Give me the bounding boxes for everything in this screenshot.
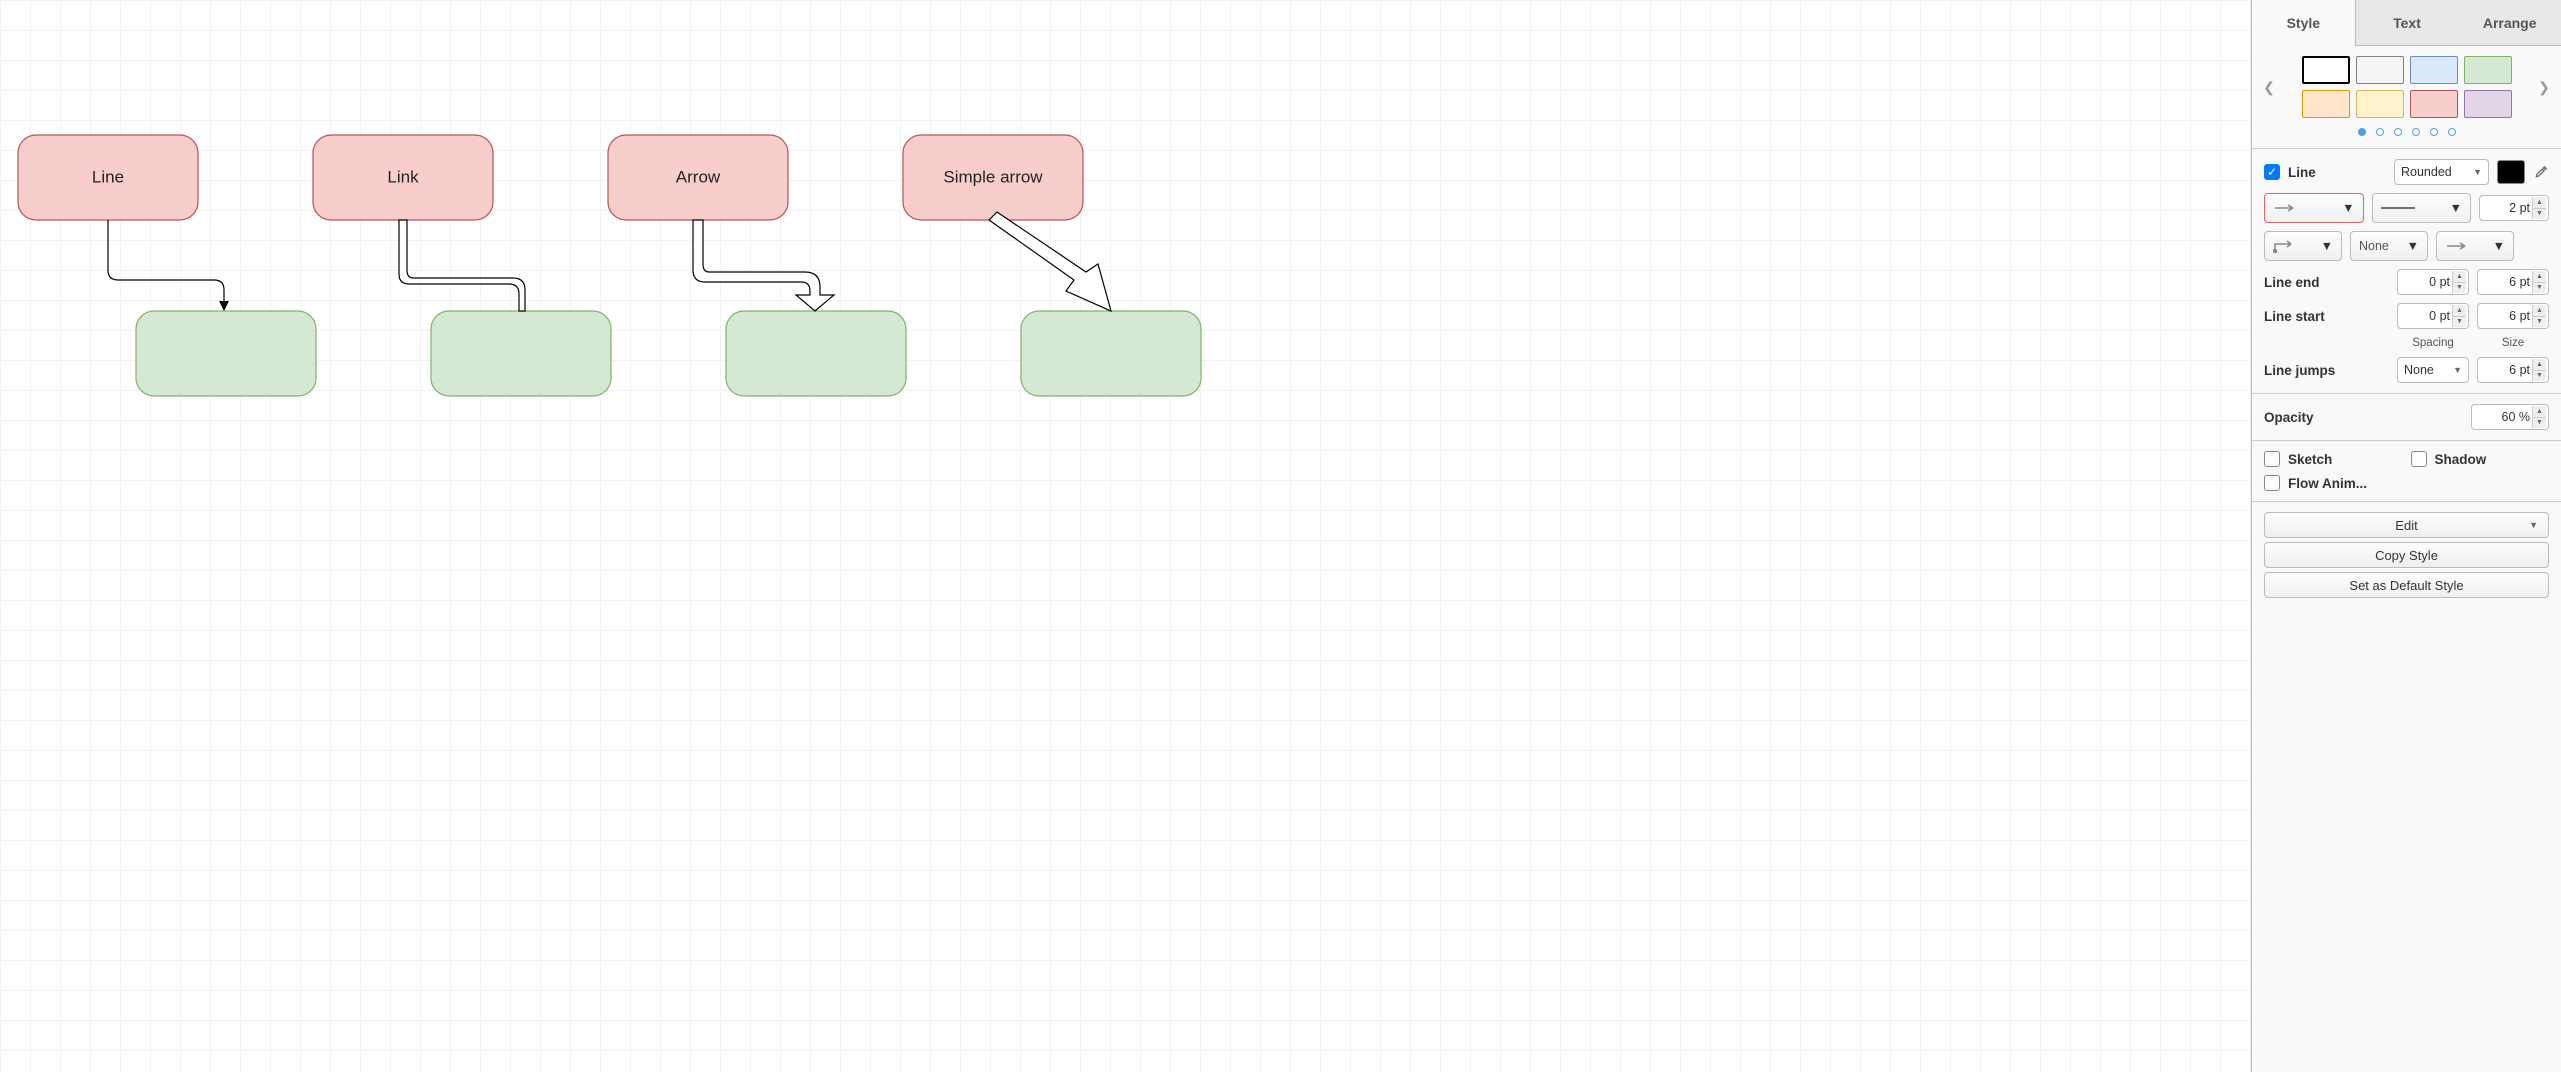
node-simple-arrow[interactable]: Simple arrow (903, 135, 1083, 220)
palette-dot-6[interactable] (2448, 128, 2456, 136)
node-line-label: Line (92, 167, 124, 186)
line-jumps-size[interactable]: 6 pt▲▼ (2477, 357, 2549, 383)
palette-pager (2252, 118, 2561, 148)
palette-swatch-0[interactable] (2302, 56, 2350, 84)
palette-swatch-1[interactable] (2356, 56, 2404, 84)
tab-arrange[interactable]: Arrange (2458, 0, 2561, 46)
palette-swatch-4[interactable] (2302, 90, 2350, 118)
line-checkbox[interactable] (2264, 164, 2280, 180)
edge-link[interactable] (399, 220, 525, 311)
shadow-checkbox[interactable] (2411, 451, 2427, 467)
shadow-label: Shadow (2435, 452, 2487, 467)
edge-simple-arrow[interactable] (989, 212, 1111, 311)
node-simple-arrow-label: Simple arrow (943, 167, 1043, 186)
line-jumps-label: Line jumps (2264, 363, 2389, 378)
diagram-canvas[interactable]: Line Link Arrow Simple arrow (0, 0, 2251, 1072)
palette-swatch-5[interactable] (2356, 90, 2404, 118)
line-end-select[interactable]: ▼ (2436, 231, 2514, 261)
waypoint-select[interactable]: ▼ (2264, 231, 2342, 261)
edge-arrow[interactable] (693, 220, 834, 311)
flow-anim-checkbox[interactable] (2264, 475, 2280, 491)
node-link-label: Link (387, 167, 419, 186)
line-end-label: Line end (2264, 275, 2389, 290)
copy-style-button[interactable]: Copy Style (2264, 542, 2549, 568)
spacing-header: Spacing (2397, 337, 2469, 349)
palette-swatch-3[interactable] (2464, 56, 2512, 84)
node-arrow[interactable]: Arrow (608, 135, 788, 220)
target-line[interactable] (136, 311, 316, 396)
size-header: Size (2477, 337, 2549, 349)
connection-type-select[interactable]: ▼ (2264, 193, 2364, 223)
line-pattern-select[interactable]: ▼ (2372, 193, 2472, 223)
line-label: Line (2288, 165, 2316, 180)
line-end-spacing[interactable]: 0 pt▲▼ (2397, 269, 2469, 295)
palette-dot-4[interactable] (2412, 128, 2420, 136)
set-default-style-button[interactable]: Set as Default Style (2264, 572, 2549, 598)
line-jumps-select[interactable]: None▼ (2397, 357, 2469, 383)
format-sidebar: Style Text Arrange ❮ ❯ Line Rounded▼ (2251, 0, 2561, 1072)
line-start-label: Line start (2264, 309, 2389, 324)
node-line[interactable]: Line (18, 135, 198, 220)
tab-style[interactable]: Style (2252, 0, 2356, 46)
line-end-size[interactable]: 6 pt▲▼ (2477, 269, 2549, 295)
sketch-label: Sketch (2288, 452, 2332, 467)
palette-next[interactable]: ❯ (2535, 79, 2553, 96)
style-palette (2278, 56, 2535, 118)
palette-prev[interactable]: ❮ (2260, 79, 2278, 96)
eyedropper-icon[interactable] (2533, 160, 2549, 184)
palette-swatch-2[interactable] (2410, 56, 2458, 84)
line-style-select[interactable]: Rounded▼ (2394, 159, 2489, 185)
target-link[interactable] (431, 311, 611, 396)
palette-swatch-6[interactable] (2410, 90, 2458, 118)
flow-anim-label: Flow Anim... (2288, 476, 2367, 491)
target-simple-arrow[interactable] (1021, 311, 1201, 396)
opacity-label: Opacity (2264, 410, 2463, 425)
node-link[interactable]: Link (313, 135, 493, 220)
line-width-input[interactable]: 2 pt ▲▼ (2479, 195, 2549, 221)
palette-dot-5[interactable] (2430, 128, 2438, 136)
edit-style-button[interactable]: Edit▼ (2264, 512, 2549, 538)
tab-text[interactable]: Text (2356, 0, 2459, 46)
target-arrow[interactable] (726, 311, 906, 396)
palette-swatch-7[interactable] (2464, 90, 2512, 118)
opacity-input[interactable]: 60 %▲▼ (2471, 404, 2549, 430)
palette-dot-3[interactable] (2394, 128, 2402, 136)
line-color-chip[interactable] (2497, 160, 2525, 184)
palette-dot-2[interactable] (2376, 128, 2384, 136)
sketch-checkbox[interactable] (2264, 451, 2280, 467)
line-start-size[interactable]: 6 pt▲▼ (2477, 303, 2549, 329)
line-start-select[interactable]: None ▼ (2350, 231, 2428, 261)
palette-dot-1[interactable] (2358, 128, 2366, 136)
line-start-spacing[interactable]: 0 pt▲▼ (2397, 303, 2469, 329)
edge-line[interactable] (108, 220, 224, 303)
arrowhead-line (219, 301, 229, 311)
node-arrow-label: Arrow (676, 167, 721, 186)
